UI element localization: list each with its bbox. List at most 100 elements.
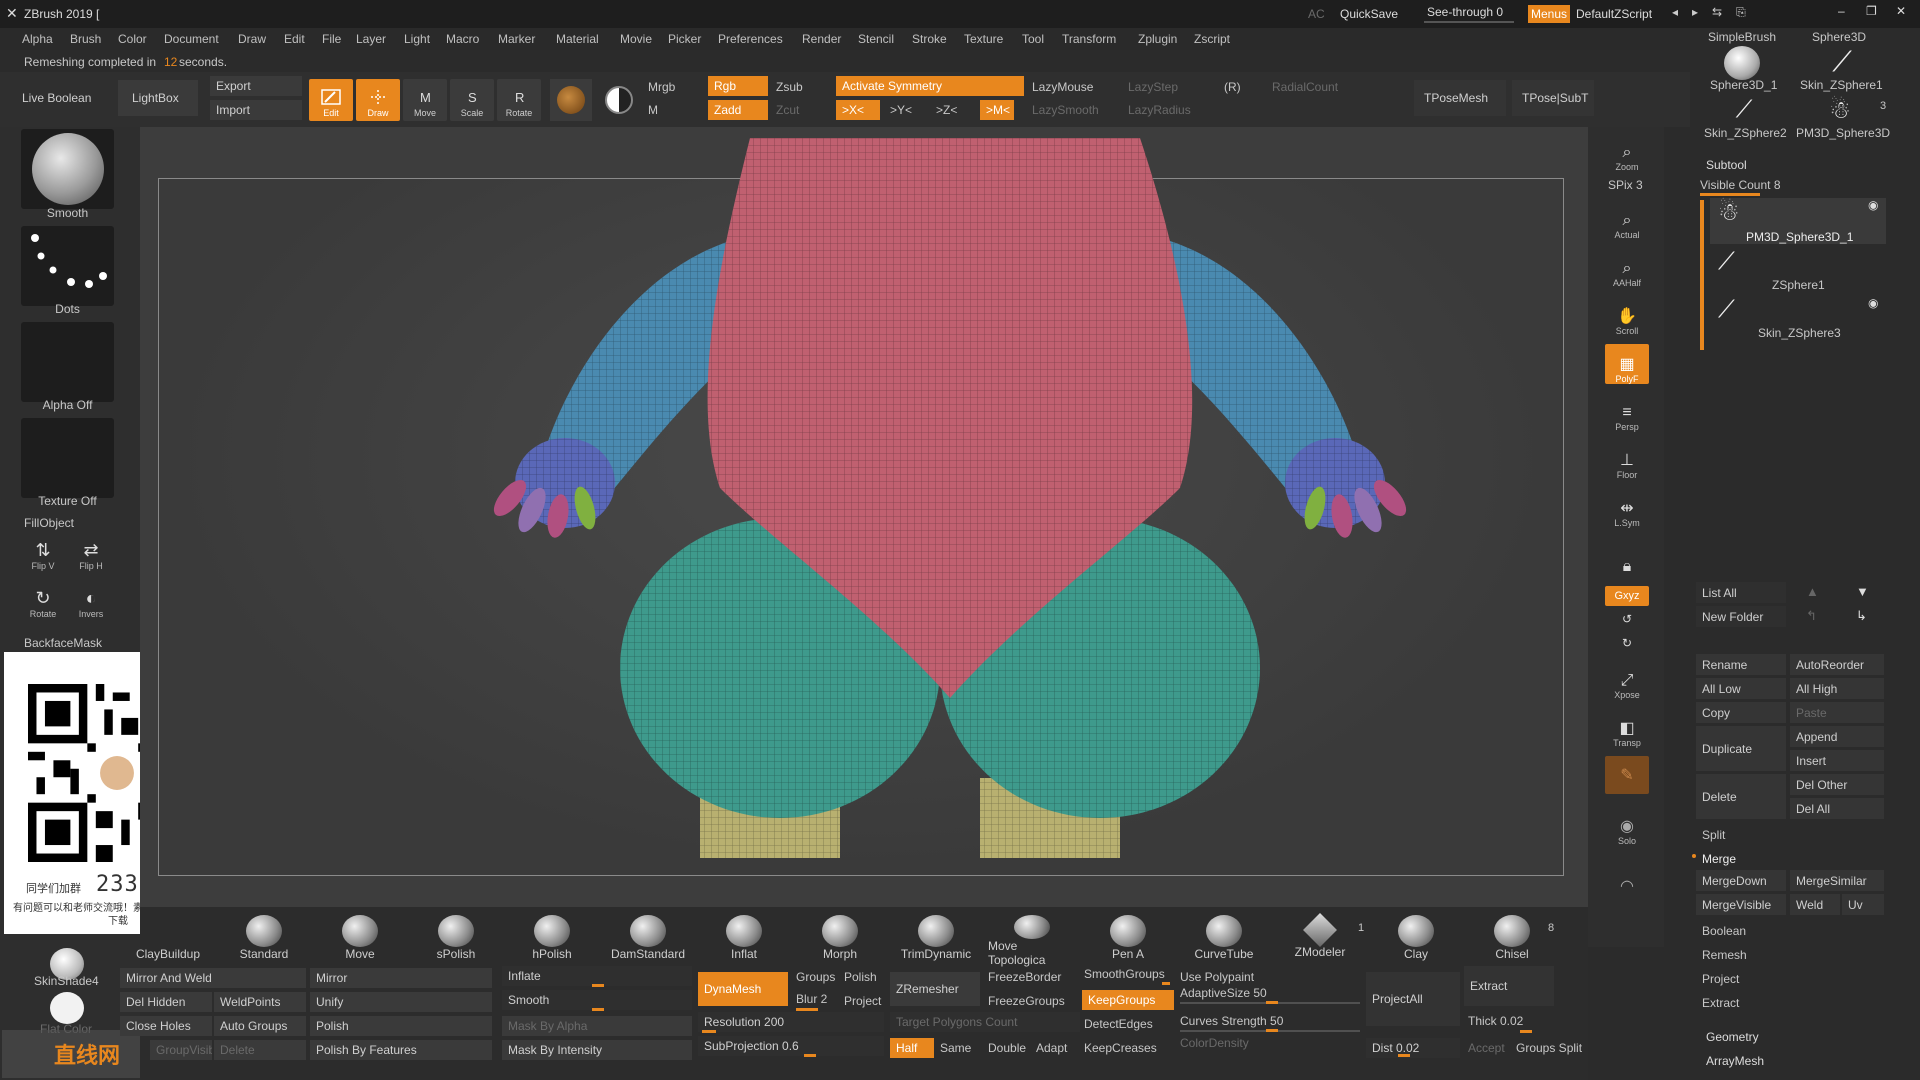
paste-button[interactable]: Paste xyxy=(1790,702,1884,723)
live-boolean-button[interactable]: Live Boolean xyxy=(16,80,100,116)
brush-morph[interactable]: Morph xyxy=(796,915,884,967)
transp-button[interactable]: ◧ Transp xyxy=(1605,708,1649,748)
rgb-button[interactable]: Rgb xyxy=(708,76,768,96)
project-toggle[interactable]: Project xyxy=(844,994,881,1008)
curves-strength-slider[interactable]: Curves Strength 50 xyxy=(1180,1014,1283,1028)
menu-zplugin[interactable]: Zplugin xyxy=(1138,32,1177,46)
detectedges-button[interactable]: DetectEdges xyxy=(1084,1017,1153,1031)
append-button[interactable]: Append xyxy=(1790,726,1884,747)
arrow-down-icon[interactable]: ▼ xyxy=(1856,584,1869,599)
mrgb-button[interactable]: Mrgb xyxy=(648,80,675,94)
smoothgroups-slider[interactable]: SmoothGroups xyxy=(1084,967,1165,981)
unify-button[interactable]: Unify xyxy=(310,992,492,1012)
texture-thumb[interactable] xyxy=(21,418,114,498)
menu-stencil[interactable]: Stencil xyxy=(858,32,894,46)
see-through-slider[interactable]: See-through 0 xyxy=(1427,5,1503,19)
adaptivesize-slider[interactable]: AdaptiveSize 50 xyxy=(1180,986,1267,1000)
menu-macro[interactable]: Macro xyxy=(446,32,479,46)
half-button[interactable]: Half xyxy=(890,1038,934,1058)
menu-picker[interactable]: Picker xyxy=(668,32,701,46)
blur-slider[interactable]: Blur 2 xyxy=(796,992,827,1006)
rename-button[interactable]: Rename xyxy=(1696,654,1786,675)
move-up-icon[interactable]: ↰ xyxy=(1806,608,1817,624)
gxyz-button[interactable]: Gxyz xyxy=(1605,586,1649,606)
sym-z-button[interactable]: >Z< xyxy=(936,103,957,117)
dots-stroke-thumb[interactable] xyxy=(21,226,114,306)
uv-button[interactable]: Uv xyxy=(1842,894,1884,915)
freezegroups-button[interactable]: FreezeGroups xyxy=(988,994,1065,1008)
brush-damstandard[interactable]: DamStandard xyxy=(604,915,692,967)
keepcreases-button[interactable]: KeepCreases xyxy=(1084,1041,1157,1055)
menu-preferences[interactable]: Preferences xyxy=(718,32,783,46)
brush-move-topological[interactable]: Move Topologica xyxy=(988,915,1076,967)
menu-render[interactable]: Render xyxy=(802,32,841,46)
sphere3d-1-thumb[interactable] xyxy=(1724,46,1760,80)
zcut-button[interactable]: Zcut xyxy=(776,103,799,117)
menus-toggle[interactable]: Menus xyxy=(1528,5,1570,23)
lock-button[interactable]: 🔒︎ xyxy=(1605,536,1649,576)
menu-marker[interactable]: Marker xyxy=(498,32,535,46)
menu-edit[interactable]: Edit xyxy=(284,32,305,46)
lazyradius-slider[interactable]: LazyRadius xyxy=(1128,103,1191,117)
flip-v-button[interactable]: ⇅ Flip V xyxy=(24,540,62,578)
ghost-button[interactable]: ✎ xyxy=(1605,756,1649,794)
dynamesh-polish-toggle[interactable]: Polish xyxy=(844,970,877,984)
spix-slider[interactable]: SPix 3 xyxy=(1608,178,1643,192)
close-icon[interactable]: ✕ xyxy=(1896,4,1906,18)
scale-mode-button[interactable]: S Scale xyxy=(450,79,494,121)
groups-split-button[interactable]: Groups Split xyxy=(1516,1041,1582,1055)
auto-groups-button[interactable]: Auto Groups xyxy=(214,1016,306,1036)
duplicate-button[interactable]: Duplicate xyxy=(1696,726,1786,771)
brush-move[interactable]: Move xyxy=(316,915,404,967)
export-button[interactable]: Export xyxy=(210,76,302,96)
inflate-slider[interactable]: Inflate xyxy=(502,966,692,986)
thick-slider[interactable]: Thick 0.02 xyxy=(1468,1014,1523,1028)
actual-button[interactable]: ⌕ Actual xyxy=(1605,200,1649,240)
smooth-slider[interactable]: Smooth xyxy=(502,990,692,1010)
dynamesh-button[interactable]: DynaMesh xyxy=(698,972,788,1006)
tposemesh-button[interactable]: TPoseMesh xyxy=(1414,80,1506,116)
weld-button[interactable]: Weld xyxy=(1790,894,1840,915)
brush-standard[interactable]: Standard xyxy=(220,915,308,967)
aahalf-button[interactable]: ⌕ AAHalf xyxy=(1605,248,1649,288)
mask-by-alpha-button[interactable]: Mask By Alpha xyxy=(502,1016,692,1036)
radial-r-button[interactable]: (R) xyxy=(1224,80,1241,94)
minimize-icon[interactable]: – xyxy=(1838,4,1845,18)
menu-brush[interactable]: Brush xyxy=(70,32,101,46)
autoreorder-button[interactable]: AutoReorder xyxy=(1790,654,1884,675)
new-folder-button[interactable]: New Folder xyxy=(1696,606,1786,627)
flip-h-button[interactable]: ⇄ Flip H xyxy=(72,540,110,578)
target-polygons-slider[interactable]: Target Polygons Count xyxy=(890,1012,1080,1032)
groupvisible-button[interactable]: GroupVisible xyxy=(150,1040,212,1060)
keepgroups-button[interactable]: KeepGroups xyxy=(1082,990,1174,1010)
zadd-button[interactable]: Zadd xyxy=(708,100,768,120)
extract-menu[interactable]: Extract xyxy=(1702,996,1739,1010)
arrow-up-icon[interactable]: ▲ xyxy=(1806,584,1819,599)
brush-zmodeler[interactable]: ZModeler xyxy=(1276,913,1364,967)
mergesimilar-button[interactable]: MergeSimilar xyxy=(1790,870,1884,891)
brush-trimdynamic[interactable]: TrimDynamic xyxy=(892,915,980,967)
character-mesh-model[interactable] xyxy=(480,138,1420,878)
material-swatch[interactable] xyxy=(550,79,592,121)
rotate-y-button[interactable]: ↺ xyxy=(1605,604,1649,626)
activate-symmetry-button[interactable]: Activate Symmetry xyxy=(836,76,1024,96)
menu-transform[interactable]: Transform xyxy=(1062,32,1116,46)
same-button[interactable]: Same xyxy=(940,1041,971,1055)
menu-alpha[interactable]: Alpha xyxy=(22,32,53,46)
brush-curvetube[interactable]: CurveTube xyxy=(1180,915,1268,967)
lightbox-button[interactable]: LightBox xyxy=(118,80,198,116)
sym-y-button[interactable]: >Y< xyxy=(890,103,912,117)
del-hidden-button[interactable]: Del Hidden xyxy=(120,992,212,1012)
remesh-menu[interactable]: Remesh xyxy=(1702,948,1747,962)
brush-clay[interactable]: Clay xyxy=(1372,915,1460,967)
copy-button[interactable]: Copy xyxy=(1696,702,1786,723)
default-zscript[interactable]: DefaultZScript xyxy=(1576,7,1652,21)
use-polypaint-toggle[interactable]: Use Polypaint xyxy=(1180,970,1254,984)
skin-zsphere2-thumb[interactable]: ⟋ xyxy=(1726,96,1762,126)
subprojection-slider[interactable]: SubProjection 0.6 xyxy=(698,1036,884,1056)
tpose-subt-button[interactable]: TPose|SubT xyxy=(1512,80,1594,116)
mirror-button[interactable]: Mirror xyxy=(310,968,492,988)
subtool-header[interactable]: Subtool xyxy=(1706,158,1747,172)
brush-claybuildup[interactable]: ClayBuildup xyxy=(124,915,212,967)
lazymouse-button[interactable]: LazyMouse xyxy=(1032,80,1093,94)
